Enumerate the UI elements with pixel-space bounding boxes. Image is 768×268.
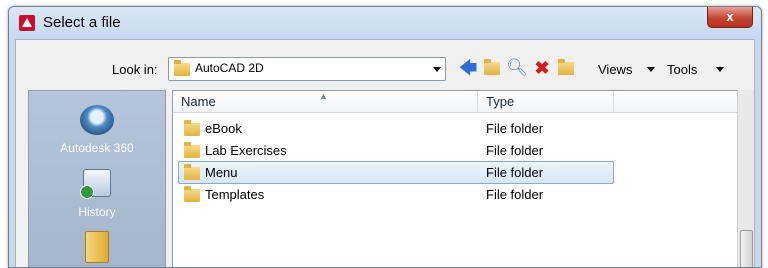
file-name: Menu: [205, 165, 238, 180]
file-row[interactable]: Templates File folder: [179, 184, 613, 205]
place-autodesk-360[interactable]: Autodesk 360: [29, 105, 165, 155]
dialog-body: Look in: AutoCAD 2D 🡄 🔍︎ ✖ Views Tools A…: [15, 39, 755, 267]
file-name: Lab Exercises: [205, 143, 287, 158]
file-type: File folder: [486, 121, 544, 136]
views-chevron-down-icon[interactable]: [647, 67, 655, 72]
place-history[interactable]: History: [29, 169, 165, 219]
file-name: eBook: [205, 121, 242, 136]
file-row-selected[interactable]: Menu File folder: [178, 161, 614, 184]
place-label: Autodesk 360: [60, 141, 134, 155]
tools-chevron-down-icon[interactable]: [716, 67, 724, 72]
file-type: File folder: [486, 187, 544, 202]
delete-icon[interactable]: ✖: [532, 57, 552, 79]
chevron-down-icon: [433, 67, 441, 72]
autocad-logo-icon: [19, 15, 35, 31]
documents-folder-icon: [85, 231, 109, 263]
scrollbar-thumb[interactable]: [740, 230, 753, 267]
tools-menu-button[interactable]: Tools: [667, 62, 697, 77]
up-folder-icon[interactable]: [482, 57, 502, 79]
vertical-scrollbar[interactable]: [737, 90, 754, 267]
close-button[interactable]: x: [707, 7, 753, 28]
back-arrow-icon[interactable]: 🡄: [458, 57, 478, 79]
folder-icon: [184, 120, 200, 136]
file-row[interactable]: Lab Exercises File folder: [179, 140, 613, 161]
lookin-value: AutoCAD 2D: [195, 61, 264, 75]
lookin-label: Look in:: [112, 62, 158, 77]
file-list[interactable]: ▲ Name Type eBook File folder Lab Exerci…: [172, 90, 750, 267]
select-file-dialog: Select a file x Look in: AutoCAD 2D 🡄 🔍︎…: [8, 6, 762, 268]
file-type: File folder: [486, 143, 544, 158]
sort-ascending-icon: ▲: [319, 91, 328, 101]
file-row[interactable]: eBook File folder: [179, 118, 613, 139]
create-folder-icon[interactable]: [556, 57, 576, 79]
search-web-icon[interactable]: 🔍︎: [506, 57, 528, 79]
place-documents[interactable]: [29, 231, 165, 263]
views-menu-button[interactable]: Views: [598, 62, 632, 77]
title-bar[interactable]: Select a file x: [9, 7, 761, 39]
file-name: Templates: [205, 187, 265, 202]
file-type: File folder: [486, 165, 544, 180]
column-header-type[interactable]: Type: [478, 91, 614, 113]
folder-icon: [184, 186, 200, 202]
history-icon: [80, 169, 111, 199]
autodesk-360-icon: [80, 105, 114, 135]
folder-icon: [174, 60, 190, 76]
place-label: History: [78, 205, 116, 219]
dialog-title: Select a file: [43, 14, 121, 31]
column-header-name[interactable]: ▲ Name: [173, 91, 478, 113]
lookin-dropdown[interactable]: AutoCAD 2D: [168, 57, 446, 81]
folder-icon: [184, 164, 200, 180]
column-header-empty: [614, 91, 749, 113]
folder-icon: [184, 142, 200, 158]
places-panel: Autodesk 360 History: [28, 90, 166, 267]
